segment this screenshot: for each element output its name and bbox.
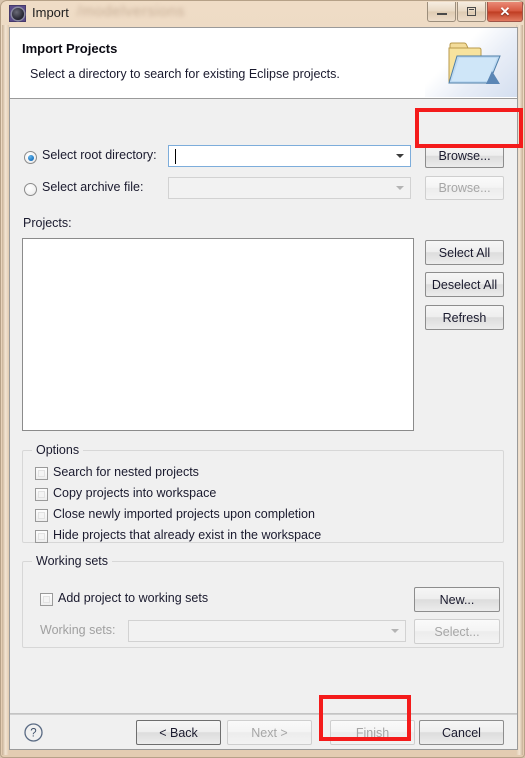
page-title: Import Projects bbox=[22, 41, 118, 56]
maximize-button[interactable] bbox=[457, 2, 486, 22]
next-button: Next > bbox=[227, 720, 312, 745]
deselect-all-button[interactable]: Deselect All bbox=[425, 272, 504, 297]
window-frame-left bbox=[2, 25, 9, 755]
import-dialog-window: /modelversions Import ✕ Import Projects … bbox=[0, 0, 525, 758]
label-select-root-directory: Select root directory: bbox=[42, 148, 157, 162]
open-folder-icon bbox=[448, 42, 501, 84]
button-bar: ? < Back Next > Finish Cancel bbox=[10, 714, 517, 749]
window-title: Import bbox=[32, 5, 69, 20]
checkbox-hide-existing-projects[interactable] bbox=[35, 530, 48, 543]
help-icon[interactable]: ? bbox=[24, 723, 43, 742]
dialog-client-area: Import Projects Select a directory to se… bbox=[9, 27, 518, 750]
browse-archive-file-button: Browse... bbox=[425, 176, 504, 200]
checkbox-copy-projects-workspace[interactable] bbox=[35, 488, 48, 501]
label-add-project-to-working-sets: Add project to working sets bbox=[58, 591, 209, 605]
select-working-sets-button: Select... bbox=[414, 619, 500, 644]
refresh-button[interactable]: Refresh bbox=[425, 305, 504, 330]
close-button[interactable]: ✕ bbox=[487, 2, 523, 22]
chevron-down-icon[interactable] bbox=[396, 154, 404, 158]
root-directory-combo[interactable] bbox=[168, 145, 411, 167]
cancel-button[interactable]: Cancel bbox=[419, 720, 504, 745]
select-all-button[interactable]: Select All bbox=[425, 240, 504, 265]
minimize-icon bbox=[436, 13, 447, 15]
new-working-set-button[interactable]: New... bbox=[414, 587, 500, 612]
radio-select-archive-file[interactable] bbox=[24, 183, 37, 196]
chevron-down-icon-archive bbox=[396, 186, 404, 190]
wizard-header: Import Projects Select a directory to se… bbox=[10, 28, 517, 99]
working-sets-combo bbox=[128, 620, 406, 642]
gear-icon bbox=[11, 7, 24, 20]
finish-button: Finish bbox=[330, 720, 415, 745]
radio-select-root-directory[interactable] bbox=[24, 151, 37, 164]
checkbox-add-project-to-working-sets[interactable] bbox=[40, 593, 53, 606]
working-sets-group-title: Working sets bbox=[32, 554, 113, 568]
label-copy-projects-workspace: Copy projects into workspace bbox=[53, 486, 217, 500]
label-close-newly-imported: Close newly imported projects upon compl… bbox=[53, 507, 315, 521]
browse-root-directory-button[interactable]: Browse... bbox=[425, 144, 504, 168]
svg-text:?: ? bbox=[30, 728, 36, 740]
text-caret bbox=[175, 149, 176, 164]
archive-file-combo bbox=[168, 177, 411, 199]
projects-list[interactable] bbox=[22, 238, 414, 431]
label-projects: Projects: bbox=[23, 216, 72, 230]
title-bar-blurred-text: /modelversions bbox=[77, 3, 185, 20]
eclipse-import-icon bbox=[9, 5, 26, 22]
back-button[interactable]: < Back bbox=[136, 720, 221, 745]
label-working-sets: Working sets: bbox=[40, 623, 116, 637]
maximize-icon bbox=[467, 7, 476, 16]
page-subtitle: Select a directory to search for existin… bbox=[30, 67, 340, 81]
options-group-title: Options bbox=[32, 443, 84, 457]
chevron-down-icon-working-sets bbox=[391, 629, 399, 633]
label-select-archive-file: Select archive file: bbox=[42, 180, 144, 194]
label-hide-existing-projects: Hide projects that already exist in the … bbox=[53, 528, 322, 542]
title-bar[interactable]: /modelversions Import ✕ bbox=[2, 2, 525, 25]
checkbox-close-newly-imported[interactable] bbox=[35, 509, 48, 522]
label-search-nested-projects: Search for nested projects bbox=[53, 465, 199, 479]
dialog-body: Select root directory: Browse... Select … bbox=[10, 98, 517, 713]
checkbox-search-nested-projects[interactable] bbox=[35, 467, 48, 480]
minimize-button[interactable] bbox=[427, 2, 456, 22]
close-icon: ✕ bbox=[499, 4, 511, 19]
